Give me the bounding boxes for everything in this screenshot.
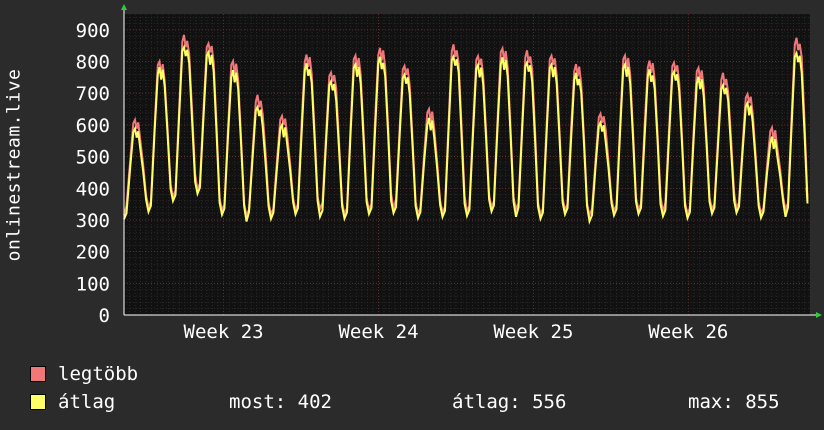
legend-swatch-avg	[30, 394, 46, 410]
x-tick-label: Week 26	[648, 321, 728, 343]
legend-item-avg: átlag	[30, 391, 115, 413]
stat-now: most: 402	[229, 391, 332, 413]
y-tick-label: 900	[76, 20, 110, 42]
y-tick-label: 100	[76, 273, 110, 295]
y-axis-label: onlinestream.live	[3, 68, 25, 262]
x-tick-label: Week 23	[184, 321, 264, 343]
y-tick-label: 200	[76, 242, 110, 264]
legend-item-max: legtöbb	[30, 363, 138, 385]
y-tick-label: 600	[76, 115, 110, 137]
x-tick-label: Week 25	[493, 321, 573, 343]
y-tick-label: 400	[76, 178, 110, 200]
y-tick-label: 700	[76, 83, 110, 105]
legend-label-max: legtöbb	[58, 363, 139, 385]
y-axis-arrow	[121, 4, 127, 10]
y-tick-label: 300	[76, 210, 110, 232]
legend-swatch-max	[30, 366, 46, 382]
stat-avg: átlag: 556	[452, 391, 567, 413]
x-axis-arrow	[816, 312, 822, 318]
y-tick-label: 500	[76, 147, 110, 169]
stat-max: max: 855	[688, 391, 780, 413]
x-tick-label: Week 24	[338, 321, 418, 343]
legend-label-avg: átlag	[58, 391, 116, 413]
y-tick-label: 800	[76, 52, 110, 74]
y-tick-label: 0	[99, 305, 110, 327]
